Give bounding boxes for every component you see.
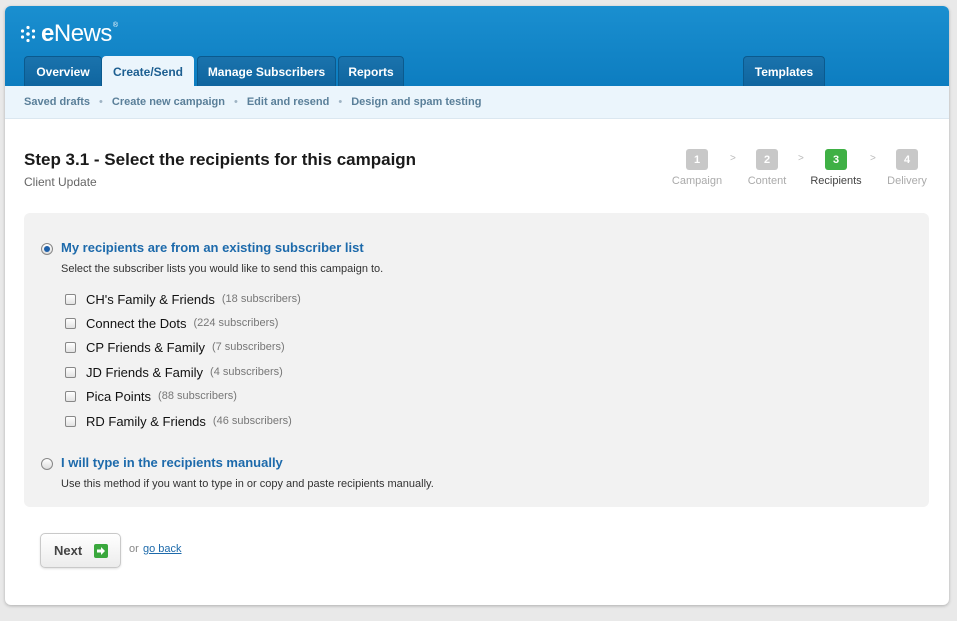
list-subscriber-count: (46 subscribers) xyxy=(212,415,292,427)
manual-entry-radio[interactable] xyxy=(41,458,53,470)
list-item: Connect the Dots (224 subscribers) xyxy=(65,313,278,333)
list-name[interactable]: JD Friends & Family xyxy=(86,365,203,380)
list-subscriber-count: (224 subscribers) xyxy=(193,317,279,329)
list-subscriber-count: (88 subscribers) xyxy=(158,390,237,402)
go-back-link[interactable]: go back xyxy=(143,543,182,555)
step-arrow: > xyxy=(870,153,876,164)
step-1-label: Campaign xyxy=(671,175,723,187)
list-name[interactable]: CH's Family & Friends xyxy=(86,292,215,307)
enews-logo[interactable]: e News ® xyxy=(19,20,118,48)
subnav-separator: • xyxy=(99,96,103,108)
tab-manage-subscribers[interactable]: Manage Subscribers xyxy=(197,56,336,86)
list-name[interactable]: CP Friends & Family xyxy=(86,340,205,355)
tab-overview[interactable]: Overview xyxy=(24,56,102,86)
existing-list-description: Select the subscriber lists you would li… xyxy=(61,263,384,275)
list-item: CP Friends & Family (7 subscribers) xyxy=(65,337,285,357)
step-progress: 1 Campaign > 2 Content > 3 Recipients > … xyxy=(5,149,949,189)
logo-trademark: ® xyxy=(112,22,118,29)
next-button[interactable]: Next xyxy=(40,533,121,568)
list-name[interactable]: Pica Points xyxy=(86,389,151,404)
subnav-design-spam-testing[interactable]: Design and spam testing xyxy=(351,96,481,108)
list-subscriber-count: (4 subscribers) xyxy=(210,366,283,378)
manual-entry-description: Use this method if you want to type in o… xyxy=(61,478,434,490)
step-2-label: Content xyxy=(747,175,787,187)
list-checkbox[interactable] xyxy=(65,390,76,402)
list-item: RD Family & Friends (46 subscribers) xyxy=(65,411,292,431)
list-checkbox[interactable] xyxy=(65,366,76,378)
existing-list-radio[interactable] xyxy=(41,243,53,255)
list-name[interactable]: RD Family & Friends xyxy=(86,414,206,429)
list-checkbox[interactable] xyxy=(65,415,76,427)
list-name[interactable]: Connect the Dots xyxy=(86,316,186,331)
list-item: Pica Points (88 subscribers) xyxy=(65,386,237,406)
step-4-number: 4 xyxy=(896,149,918,170)
app-window: e News ® Overview Create/Send Manage Subsc… xyxy=(5,6,949,605)
step-arrow: > xyxy=(798,153,804,164)
step-4-label: Delivery xyxy=(887,175,927,187)
list-checkbox[interactable] xyxy=(65,293,76,305)
tab-templates[interactable]: Templates xyxy=(743,56,825,86)
step-2-number: 2 xyxy=(756,149,778,170)
step-1-number: 1 xyxy=(686,149,708,170)
list-checkbox[interactable] xyxy=(65,341,76,353)
recipients-panel: My recipients are from an existing subsc… xyxy=(24,213,929,507)
sub-navigation: Saved drafts • Create new campaign • Edi… xyxy=(5,86,949,119)
list-subscriber-count: (7 subscribers) xyxy=(211,341,285,353)
list-checkbox[interactable] xyxy=(65,317,76,329)
step-3-label: Recipients xyxy=(810,175,862,187)
logo-dots-icon xyxy=(20,25,36,43)
existing-list-label[interactable]: My recipients are from an existing subsc… xyxy=(61,240,364,255)
step-3-number: 3 xyxy=(825,149,847,170)
list-item: CH's Family & Friends (18 subscribers) xyxy=(65,289,301,309)
subnav-saved-drafts[interactable]: Saved drafts xyxy=(24,96,90,108)
subnav-edit-and-resend[interactable]: Edit and resend xyxy=(247,96,330,108)
list-item: JD Friends & Family (4 subscribers) xyxy=(65,362,283,382)
header-bar: e News ® Overview Create/Send Manage Subsc… xyxy=(5,6,949,87)
logo-text: News xyxy=(53,20,113,47)
tab-reports[interactable]: Reports xyxy=(338,56,404,86)
step-arrow: > xyxy=(730,153,736,164)
tab-create-send[interactable]: Create/Send xyxy=(102,56,194,87)
logo-prefix: e xyxy=(41,20,54,47)
next-button-label: Next xyxy=(54,543,83,558)
list-subscriber-count: (18 subscribers) xyxy=(221,293,301,305)
manual-entry-label[interactable]: I will type in the recipients manually xyxy=(61,455,283,470)
subnav-separator: • xyxy=(338,96,343,108)
arrow-right-icon xyxy=(94,543,109,558)
subnav-create-new-campaign[interactable]: Create new campaign xyxy=(112,96,225,108)
subnav-separator: • xyxy=(233,96,238,108)
or-text: or xyxy=(129,543,139,555)
